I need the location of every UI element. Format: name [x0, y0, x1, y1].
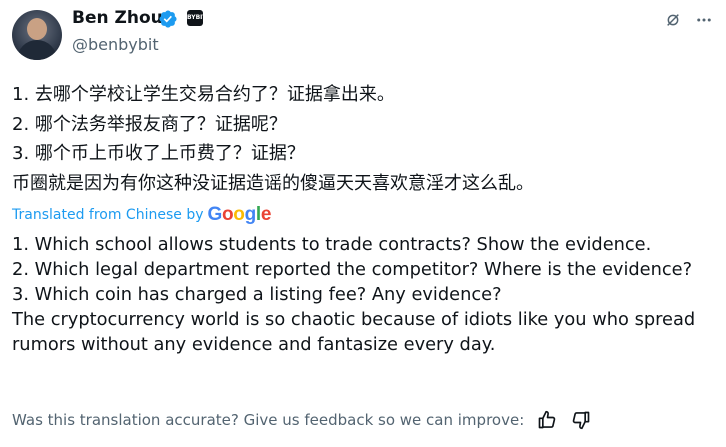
author-name[interactable]: Ben Zhou	[72, 8, 163, 28]
thumbs-up-icon[interactable]	[536, 409, 558, 431]
original-line: 1. 去哪个学校让学生交易合约了？证据拿出来。	[12, 84, 395, 105]
translated-line: The cryptocurrency world is so chaotic b…	[12, 309, 696, 355]
translated-line: 3. Which coin has charged a listing fee?…	[12, 284, 502, 305]
feedback-prompt: Was this translation accurate? Give us f…	[12, 411, 525, 429]
avatar[interactable]	[12, 10, 62, 60]
avatar-face	[27, 18, 47, 40]
avatar-shirt	[17, 40, 57, 60]
thumbs-down-icon[interactable]	[570, 409, 592, 431]
translated-label: Translated from Chinese by	[12, 207, 204, 223]
more-options-icon[interactable]	[694, 10, 714, 30]
translation-feedback: Was this translation accurate? Give us f…	[12, 409, 592, 431]
original-line: 币圈就是因为有你这种没证据造谣的傻逼天天喜欢意淫才这么乱。	[12, 172, 534, 194]
google-logo: Google	[207, 204, 272, 225]
verified-badge-icon	[159, 10, 177, 28]
translated-line: 1. Which school allows students to trade…	[12, 234, 652, 255]
original-line: 2. 哪个法务举报友商了？证据呢？	[12, 113, 287, 135]
affiliate-badge[interactable]: BYBIT	[187, 10, 207, 26]
original-text: 1. 去哪个学校让学生交易合约了？证据拿出来。 2. 哪个法务举报友商了？证据呢…	[12, 80, 712, 198]
grok-icon[interactable]	[663, 10, 683, 30]
author-handle[interactable]: @benbybit	[72, 35, 159, 54]
translated-by[interactable]: Translated from Chinese by Google	[12, 204, 271, 226]
translated-text: 1. Which school allows students to trade…	[12, 232, 702, 357]
original-line: 3. 哪个币上币收了上币费了？证据？	[12, 143, 305, 165]
translated-line: 2. Which legal department reported the c…	[12, 259, 693, 280]
